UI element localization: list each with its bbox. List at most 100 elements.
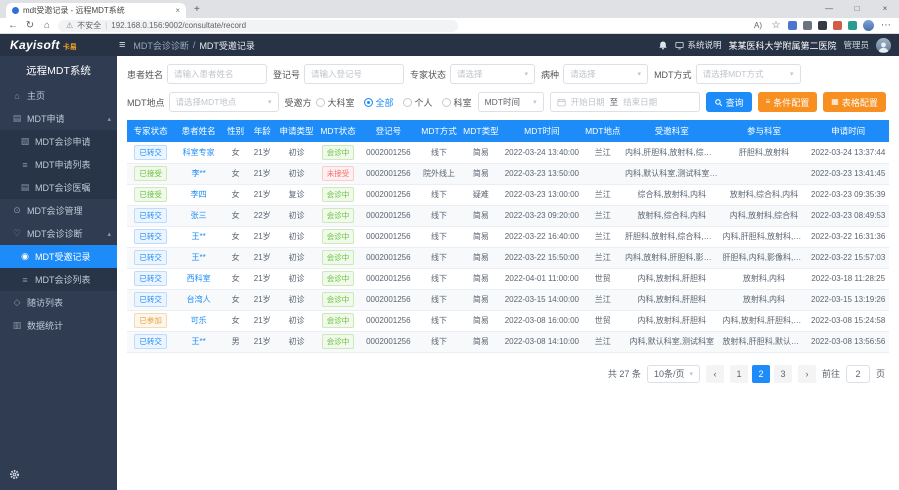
home-icon[interactable]: ⌂ <box>41 21 53 31</box>
sidebar-item-label: MDT会诊管理 <box>27 204 83 217</box>
settings-gear-icon[interactable] <box>0 463 117 490</box>
invited-depts-cell: 综合科,放射科,内科 <box>623 184 721 205</box>
status-badge: 已转交 <box>134 145 167 160</box>
sidebar-item-data-statistics[interactable]: ▥数据统计 <box>0 314 117 337</box>
age-cell: 21岁 <box>248 247 276 268</box>
mdt-mode-select[interactable]: 请选择MDT方式 ▾ <box>696 64 801 84</box>
monitor-icon <box>675 41 684 50</box>
sidebar-item-mdt-apply-list[interactable]: ≡MDT申请列表 <box>0 153 117 176</box>
close-button[interactable]: × <box>871 0 899 17</box>
sidebar-item-mdt-consult-apply[interactable]: ▧MDT会诊申请 <box>0 130 117 153</box>
mdt-status-cell: 未接受 <box>317 163 360 184</box>
mdt-time-field-select[interactable]: MDT时间 ▾ <box>478 92 544 112</box>
page-jump-input[interactable] <box>846 365 870 383</box>
patient-name-label: 患者姓名 <box>127 68 163 81</box>
prev-page-button[interactable]: ‹ <box>706 365 724 383</box>
sidebar-item-follow-up-list[interactable]: ◇随访列表 <box>0 291 117 314</box>
patient-name-link[interactable]: 科室专家 <box>183 148 215 157</box>
invitee-radio-0[interactable]: 大科室 <box>316 96 355 109</box>
date-separator: 至 <box>610 96 619 108</box>
doc-icon: ▧ <box>20 136 30 147</box>
tab-close-icon[interactable]: × <box>175 6 180 15</box>
browser-profile-avatar[interactable] <box>863 20 874 31</box>
sidebar-item-mdt-consult-list[interactable]: ≡MDT会诊列表 <box>0 268 117 291</box>
patient-name-link[interactable]: 张三 <box>191 211 207 220</box>
condition-config-button[interactable]: ≡ 条件配置 <box>758 92 818 112</box>
address-bar[interactable]: ⚠ 不安全 | 192.168.0.156:9002/consultate/re… <box>58 20 458 32</box>
back-icon[interactable]: ← <box>7 21 19 31</box>
extension-icon[interactable] <box>788 21 797 30</box>
page-size-select[interactable]: 10条/页 ▾ <box>647 365 700 383</box>
sidebar-item-mdt-apply[interactable]: ▤MDT申请▴ <box>0 107 117 130</box>
chevron-down-icon: ▾ <box>268 98 272 106</box>
refresh-icon[interactable]: ↻ <box>24 21 36 31</box>
extension-icon[interactable] <box>833 21 842 30</box>
column-header-8: MDT类型 <box>461 120 501 142</box>
search-button[interactable]: 查询 <box>706 92 752 112</box>
mdt-type-cell: 简易 <box>461 142 501 163</box>
next-page-button[interactable]: › <box>798 365 816 383</box>
page-button-3[interactable]: 3 <box>774 365 792 383</box>
mdt-place-cell: 兰江 <box>583 289 623 310</box>
breadcrumb-page: MDT受邀记录 <box>199 39 255 52</box>
browser-tab[interactable]: mdt受邀记录 - 远程MDT系统 × <box>6 3 186 18</box>
sidebar-item-label: MDT会诊医嘱 <box>35 181 91 194</box>
patient-name-cell: 西科室 <box>174 268 223 289</box>
maximize-button[interactable]: □ <box>843 0 871 17</box>
pagination-total: 共 27 条 <box>608 367 641 380</box>
browser-menu-icon[interactable]: ⋯ <box>880 21 892 31</box>
table-config-button[interactable]: ▦ 表格配置 <box>823 92 886 112</box>
mdt-place-select[interactable]: 请选择MDT地点 ▾ <box>169 92 279 112</box>
favicon-icon <box>12 7 19 14</box>
radio-label: 个人 <box>415 96 433 109</box>
extension-icon[interactable] <box>818 21 827 30</box>
sidebar-item-mdt-invited-records[interactable]: ◉MDT受邀记录 <box>0 245 117 268</box>
page-button-1[interactable]: 1 <box>730 365 748 383</box>
mdt-time-cell: 2022-03-23 13:50:00 <box>501 163 583 184</box>
page-button-2[interactable]: 2 <box>752 365 770 383</box>
disease-select[interactable]: 请选择 ▾ <box>563 64 648 84</box>
extension-icon[interactable] <box>803 21 812 30</box>
read-aloud-icon[interactable]: A) <box>752 22 764 30</box>
status-badge: 已转交 <box>134 229 167 244</box>
patient-name-input[interactable] <box>167 64 267 84</box>
invitee-radio-1[interactable]: 全部 <box>364 96 394 109</box>
sidebar-item-home[interactable]: ⌂主页 <box>0 84 117 107</box>
extension-icon[interactable] <box>848 21 857 30</box>
hamburger-icon[interactable]: ≡ <box>119 40 125 51</box>
mdt-date-range-picker[interactable]: 开始日期 至 结束日期 <box>550 92 700 112</box>
sidebar-item-mdt-consult-order[interactable]: ▤MDT会诊医嘱 <box>0 176 117 199</box>
patient-name-link[interactable]: 王** <box>192 232 206 241</box>
patient-name-link[interactable]: 王** <box>192 337 206 346</box>
minimize-button[interactable]: — <box>815 0 843 17</box>
table-row: 已转交西科室女21岁初诊会诊中0002001256线下简易2022-04-01 … <box>127 268 889 289</box>
apply-time-cell: 2022-03-23 08:49:53 <box>807 205 889 226</box>
invited-depts-cell: 内科,放射科,肝胆科,影像科 <box>623 247 721 268</box>
system-help-button[interactable]: 系统说明 <box>675 39 721 51</box>
invitee-radio-3[interactable]: 科室 <box>442 96 472 109</box>
patient-name-link[interactable]: 西科室 <box>187 274 211 283</box>
expert-status-select[interactable]: 请选择 ▾ <box>450 64 535 84</box>
patient-name-link[interactable]: 台湾人 <box>187 295 211 304</box>
patient-name-link[interactable]: 李四 <box>191 190 207 199</box>
sidebar-item-mdt-consult-diagnosis[interactable]: ♡MDT会诊诊断▴ <box>0 222 117 245</box>
gender-cell: 女 <box>223 163 248 184</box>
register-no-cell: 0002001256 <box>359 247 417 268</box>
gender-cell: 女 <box>223 310 248 331</box>
patient-name-link[interactable]: 王** <box>192 253 206 262</box>
mdt-place-cell: 兰江 <box>583 226 623 247</box>
sidebar-item-mdt-consult-manage[interactable]: ⊙MDT会诊管理 <box>0 199 117 222</box>
patient-name-link[interactable]: 可乐 <box>191 316 207 325</box>
notification-bell-icon[interactable] <box>658 40 668 51</box>
avatar[interactable] <box>876 38 891 53</box>
register-no-input[interactable] <box>304 64 404 84</box>
new-tab-button[interactable]: + <box>194 5 200 15</box>
favorites-star-icon[interactable]: ☆ <box>770 21 782 31</box>
patient-name-link[interactable]: 李** <box>192 169 206 178</box>
mdt-place-cell: 兰江 <box>583 205 623 226</box>
invitee-radio-2[interactable]: 个人 <box>403 96 433 109</box>
expert-status-cell: 已转交 <box>127 331 174 352</box>
mdt-status-cell: 会诊中 <box>317 268 360 289</box>
column-header-3: 年龄 <box>248 120 276 142</box>
invited-depts-cell: 肝胆科,放射科,综合科,内科 <box>623 226 721 247</box>
